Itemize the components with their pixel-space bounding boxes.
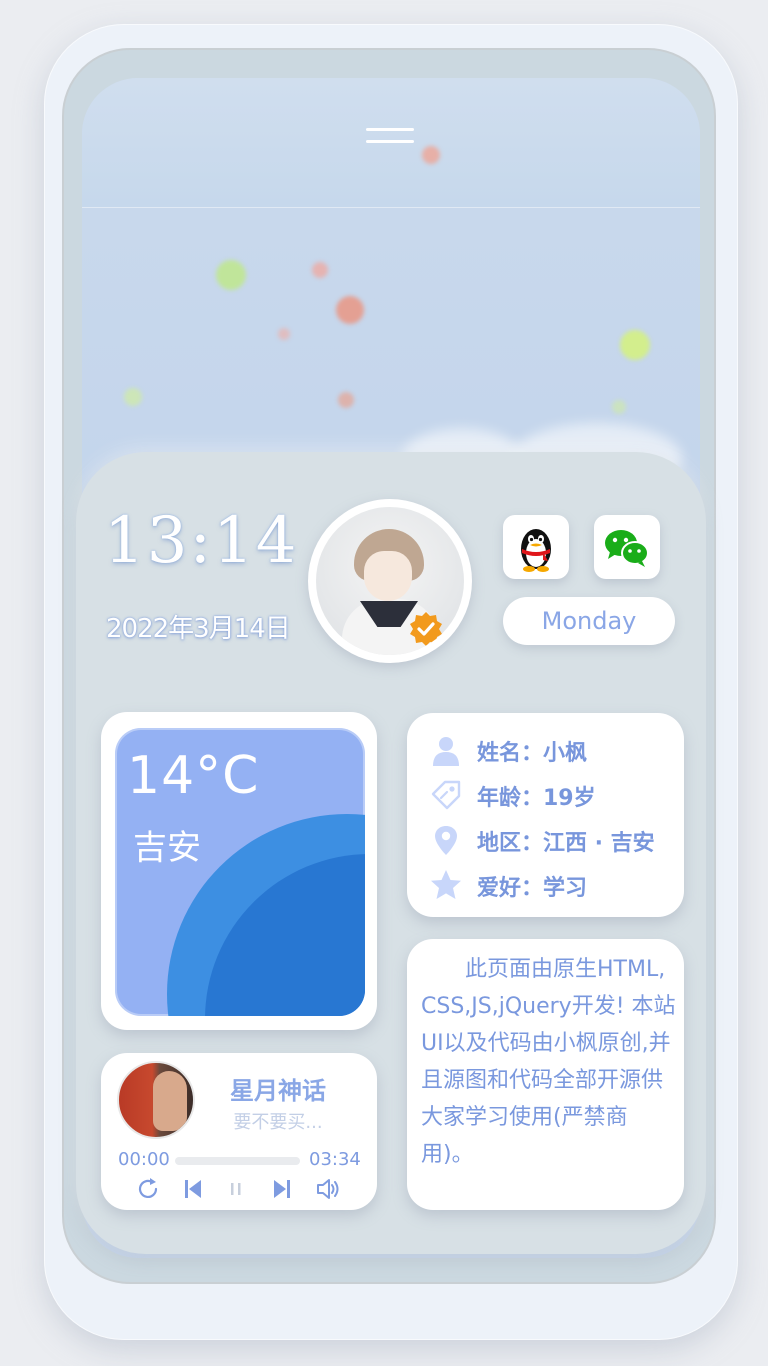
avatar[interactable] — [308, 499, 472, 663]
profile-info-card: 姓名：小枫 年龄：19岁 地区：江西 · 吉安 爱好：学习 — [407, 713, 684, 917]
next-icon[interactable] — [269, 1176, 295, 1202]
song-artist: 要不要买... — [233, 1112, 323, 1133]
total-time: 03:34 — [309, 1149, 361, 1170]
star-icon — [431, 870, 461, 899]
weather-card[interactable]: 14°C 吉安 — [101, 712, 377, 1030]
profile-row-name: 姓名：小枫 — [429, 729, 679, 769]
sky-particle — [336, 296, 364, 324]
sky-particle — [216, 260, 246, 290]
profile-age-text: 年龄：19岁 — [477, 786, 596, 811]
progress-bar[interactable] — [175, 1157, 300, 1165]
header-bar — [82, 78, 700, 208]
menu-icon[interactable] — [366, 128, 414, 156]
qq-penguin-icon — [521, 529, 551, 572]
sky-particle — [278, 328, 290, 340]
repeat-icon[interactable] — [135, 1176, 161, 1202]
qq-button[interactable] — [503, 515, 569, 579]
music-player-card: 星月神话 要不要买... 00:00 03:34 — [101, 1053, 377, 1210]
profile-region-text: 地区：江西 · 吉安 — [477, 831, 655, 856]
wechat-icon — [605, 530, 649, 567]
weekday-pill: Monday — [503, 597, 675, 645]
previous-icon[interactable] — [180, 1176, 206, 1202]
sky-particle — [124, 388, 142, 406]
weather-widget: 14°C 吉安 — [115, 728, 365, 1016]
location-icon — [435, 826, 457, 855]
sky-particle — [620, 330, 650, 360]
clock-date: 2022年3月14日 — [106, 614, 291, 644]
profile-row-region: 地区：江西 · 吉安 — [429, 819, 679, 859]
user-icon — [433, 737, 459, 766]
sky-particle — [612, 400, 626, 414]
weather-temperature: 14°C — [127, 746, 260, 806]
profile-name-text: 姓名：小枫 — [477, 741, 588, 766]
profile-row-age: 年龄：19岁 — [429, 774, 679, 814]
sky-particle — [338, 392, 354, 408]
sky-particle — [312, 262, 328, 278]
song-title: 星月神话 — [230, 1077, 326, 1105]
current-time: 00:00 — [118, 1149, 170, 1170]
wechat-button[interactable] — [594, 515, 660, 579]
weather-city: 吉安 — [133, 828, 201, 868]
profile-hobby-text: 爱好：学习 — [477, 876, 588, 901]
volume-icon[interactable] — [315, 1176, 341, 1202]
sky-particle — [422, 146, 440, 164]
verified-badge-icon — [410, 612, 442, 646]
pause-icon[interactable] — [223, 1176, 249, 1202]
profile-row-hobby: 爱好：学习 — [429, 864, 679, 904]
tag-icon — [431, 780, 461, 810]
clock-time: 13:14 — [104, 504, 299, 578]
description-text: 此页面由原生HTML,CSS,JS,jQuery开发! 本站UI以及代码由小枫原… — [421, 957, 676, 1167]
description-card: 此页面由原生HTML,CSS,JS,jQuery开发! 本站UI以及代码由小枫原… — [407, 939, 684, 1210]
album-cover[interactable] — [117, 1061, 195, 1139]
avatar-image — [316, 507, 464, 655]
